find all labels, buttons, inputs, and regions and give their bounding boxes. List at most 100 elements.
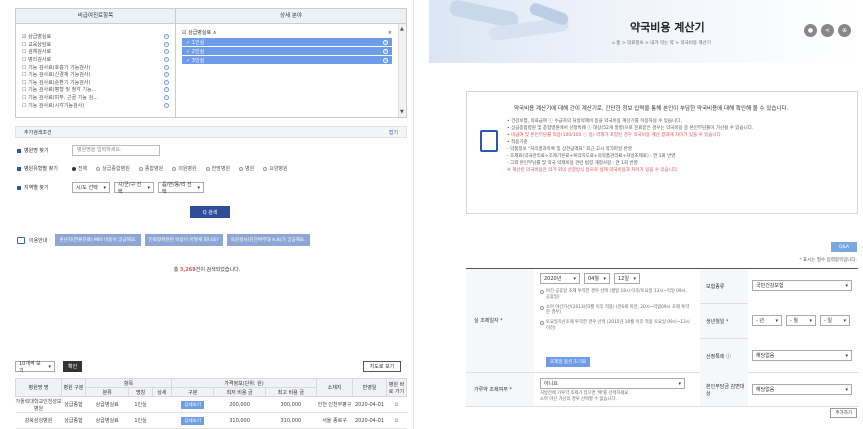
th-max: 최고 비용 금 — [264, 387, 318, 397]
category-item[interactable]: ☑ 상급병실료? — [22, 33, 169, 41]
region-select[interactable]: 시/도 선택 ▾ — [72, 182, 110, 193]
page-size-select[interactable]: 10개씩 보기 ▾ — [15, 361, 55, 374]
special-select[interactable]: 해당없음 ▾ — [752, 350, 852, 361]
powder-row: 가루약 조제여부 * 아니요 ▾ 처방전에 가루약 조제가 있으면 '예'를 선택… — [466, 373, 858, 407]
hospital-type-radio[interactable]: 상급종합병원 — [96, 165, 130, 172]
cell-detail — [152, 412, 172, 429]
hospital-type-radio[interactable]: 의원병원 — [172, 165, 197, 172]
category-item[interactable]: ☐ 기능 검사료(평형 및 청각 기능...? — [22, 86, 169, 94]
category-item[interactable]: ☐ 병리검사료? — [22, 56, 169, 64]
chevron-down-icon: ▾ — [845, 282, 848, 289]
category-item[interactable]: ☐ 검체검사료? — [22, 48, 169, 56]
category-label: ☐ 기능 검사료(호흡기 기능검사) — [22, 64, 90, 71]
special-value: 해당없음 — [756, 353, 775, 359]
year-select[interactable]: 2020년 ▾ — [540, 273, 580, 284]
category-label: ☐ 기능 검사료(평형 및 청각 기능... — [22, 86, 96, 93]
search-button[interactable]: Q 검색 — [190, 206, 230, 218]
detail-item[interactable]: ✓ 3인실? — [182, 56, 392, 64]
detail-view-button[interactable]: 상세보기 — [181, 416, 204, 425]
info-list: • 건강보험, 의료급여 ⓘ 수급자의 처방약제비 등을 약국비용 계산기를 이… — [507, 118, 852, 174]
list-controls: 10개씩 보기 ▾ 확인 — [15, 361, 83, 374]
chevron-down-icon: ▾ — [103, 184, 106, 191]
hospital-type-radio[interactable]: 요양병원 — [263, 165, 288, 172]
day-select[interactable]: 12일 ▾ — [614, 273, 640, 284]
share-icon[interactable]: < — [821, 24, 834, 37]
cell-max: 310,000 — [265, 412, 317, 429]
chevron-up-icon[interactable]: ∧ — [213, 30, 217, 36]
birth-year-select[interactable]: - 년 ▾ — [752, 315, 782, 326]
birth-day-select[interactable]: - 일 ▾ — [820, 315, 850, 326]
hospital-type-radio[interactable]: 전체 — [72, 165, 87, 172]
add-button[interactable]: 추가하기 — [830, 408, 857, 418]
th-item-group: 항목 — [85, 378, 172, 388]
category-item[interactable]: ☐ 기능 검사료(피부, 근골 기능 검...? — [22, 94, 169, 102]
help-icon[interactable]: ? — [164, 64, 169, 70]
hospital-type-radio[interactable]: 병원 — [239, 165, 254, 172]
selector-col-items: 비급여진료항목 — [16, 9, 176, 23]
shortcut-icon[interactable]: ⧉ — [395, 418, 399, 424]
help-icon[interactable]: ? — [164, 34, 169, 40]
condition-toggle[interactable]: 접기 — [389, 129, 398, 136]
date-option[interactable]: 토요일가산조제 투약한 경우 선택 (2015년 10월 이후 적용 토요일 0… — [540, 320, 690, 332]
powder-select[interactable]: 아니요 ▾ — [540, 378, 685, 389]
info-item: • 비급여 및 본인부담률 적용(100/100 ⓘ 등) 약제가 포함된 경우… — [507, 133, 723, 138]
help-icon[interactable]: ? — [164, 41, 169, 47]
reset-option-button[interactable]: 조제일 옵션 초기화 — [546, 357, 590, 367]
map-view-button[interactable]: 지도로 보기 — [363, 361, 401, 372]
cell-detail — [152, 396, 172, 413]
category-label: ☐ 기능 검사료(시각기능검사) — [22, 102, 84, 109]
help-icon[interactable]: ? — [164, 72, 169, 78]
category-item[interactable]: ☐ 기능 검사료(호흡기 기능검사)? — [22, 63, 169, 71]
notice-button[interactable]: 진료항목관련 비용이 어떻게 되나요? — [144, 234, 223, 246]
help-icon[interactable]: ? — [383, 48, 388, 54]
help-icon[interactable]: ? — [164, 49, 169, 55]
help-icon[interactable]: ? — [164, 57, 169, 63]
date-option-text: 야간·공휴일 조제 투약한 경우 선택 (평일 18시 이후/토요일 13시~익… — [546, 289, 687, 300]
help-icon[interactable]: ? — [164, 87, 169, 93]
hospital-name-input[interactable]: 병원명을 입력하세요. — [72, 145, 160, 156]
category-label: ☐ 병리검사료 — [22, 56, 51, 63]
notice-button[interactable]: 독감검사(진단여부대 A,B)가 궁금해요. — [226, 234, 310, 246]
detail-checkbox-icon[interactable]: ☑ — [182, 30, 186, 36]
region-select[interactable]: 시/군/구 선택 ▾ — [114, 182, 154, 195]
close-icon[interactable]: × — [388, 30, 392, 36]
shortcut-icon[interactable]: ⧉ — [395, 402, 399, 408]
detail-item[interactable]: ✓ 2인실? — [182, 47, 392, 55]
radio-icon — [138, 166, 143, 171]
date-option[interactable]: 소아 야간가산(2013년3월 이후 적용) (만6세 미만, 20시~익일09… — [540, 305, 690, 317]
copay-label: 본인부담금 감면대상 — [700, 373, 748, 406]
birth-month-select[interactable]: - 월 ▾ — [786, 315, 816, 326]
help-icon[interactable]: ? — [164, 95, 169, 101]
date-option[interactable]: 야간·공휴일 조제 투약한 경우 선택 (평일 18시 이후/토요일 13시~익… — [540, 289, 690, 301]
category-item[interactable]: ☐ 기능 검사료(순환기 기능검사)? — [22, 79, 169, 87]
hospital-type-radio[interactable]: 한방병원 — [205, 165, 230, 172]
selector-scrollbar[interactable]: ▲ ▼ — [398, 24, 406, 117]
detail-view-button[interactable]: 상세보기 — [181, 400, 204, 409]
detail-item[interactable]: ✓ 1인실? — [182, 38, 392, 46]
powder-note: 소아 야간 가산의 경우 선택할 수 없습니다. — [540, 397, 695, 403]
category-label: ☑ 상급병실료 — [22, 33, 51, 40]
notice-button[interactable]: 원산지(한류진료) MRI 비용이 궁금해요. — [55, 234, 141, 246]
bookmark-icon[interactable]: ● — [804, 24, 817, 37]
scroll-up-icon[interactable]: ▲ — [400, 26, 404, 32]
copay-select[interactable]: 해당없음 ▾ — [752, 384, 852, 395]
scroll-down-icon[interactable]: ▼ — [400, 109, 404, 115]
month-value: 04월 — [588, 276, 599, 282]
confirm-button[interactable]: 확인 — [63, 361, 83, 372]
cell-name: 1인실 — [128, 412, 153, 429]
hospital-type-radio[interactable]: 종합병원 — [138, 165, 163, 172]
qa-button[interactable]: Q&A — [831, 242, 857, 252]
help-icon[interactable]: ? — [383, 57, 388, 63]
help-icon[interactable]: ? — [383, 39, 388, 45]
region-select[interactable]: 읍/면/동/리 선택 ▾ — [158, 182, 204, 195]
category-item[interactable]: ☐ 교육상담료? — [22, 41, 169, 49]
help-icon[interactable]: ? — [164, 79, 169, 85]
help-icon[interactable]: ? — [164, 102, 169, 108]
category-item[interactable]: ☐ 기능 검사료(시각기능검사)? — [22, 101, 169, 109]
insurance-select[interactable]: 국민건강보험 ▾ — [752, 280, 852, 291]
category-item[interactable]: ☐ 기능 검사료(신경계 기능검사)? — [22, 71, 169, 79]
month-select[interactable]: 04월 ▾ — [584, 273, 610, 284]
chevron-down-icon: ▾ — [678, 380, 681, 387]
cell-kind: 상급종합 — [61, 396, 86, 413]
print-icon[interactable]: ⊕ — [838, 24, 851, 37]
